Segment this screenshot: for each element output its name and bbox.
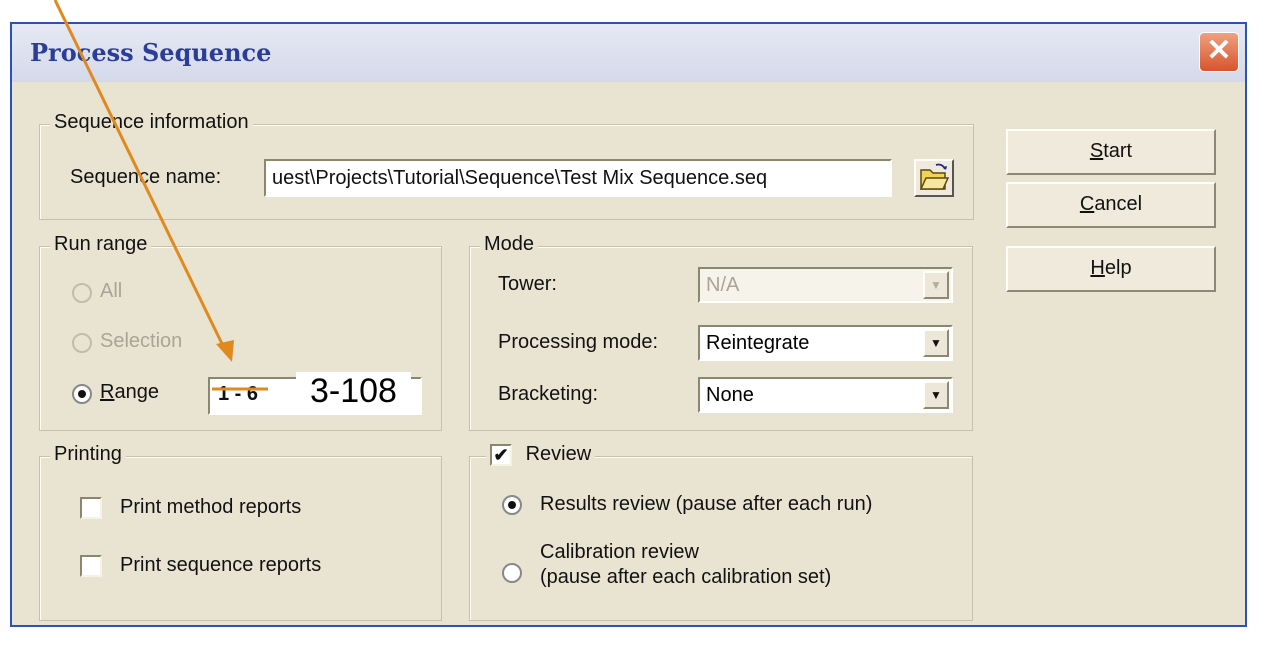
results-review-radio[interactable] — [502, 495, 522, 515]
dialog-title: Process Sequence — [30, 38, 272, 67]
bracketing-value: None — [706, 384, 754, 406]
calibration-review-radio[interactable] — [502, 563, 522, 583]
calibration-review-sublabel: (pause after each calibration set) — [540, 566, 832, 588]
tower-value: N/A — [706, 274, 740, 296]
mode-legend: Mode — [480, 233, 539, 256]
run-range-all-label: All — [100, 280, 123, 302]
help-button[interactable]: Help — [1006, 246, 1216, 292]
process-sequence-dialog: Process Sequence ✕ Sequence information … — [10, 22, 1247, 627]
title-bar[interactable]: Process Sequence ✕ — [12, 24, 1245, 82]
review-checkbox[interactable]: ✔ — [490, 443, 512, 466]
range-input-value: 1 - 6 — [218, 383, 259, 405]
processing-mode-label: Processing mode: — [498, 331, 659, 353]
run-range-selection-label: Selection — [100, 330, 183, 352]
review-group: ✔ Review Results review (pause after eac… — [469, 443, 973, 621]
print-sequence-reports-checkbox[interactable] — [80, 555, 102, 577]
review-legend: ✔ Review — [486, 443, 596, 466]
run-range-legend: Run range — [50, 233, 152, 256]
chevron-down-icon: ▼ — [923, 329, 949, 357]
processing-mode-select[interactable]: Reintegrate ▼ — [698, 325, 953, 361]
run-range-range-label: Range — [100, 381, 159, 403]
review-label: Review — [525, 443, 592, 465]
tower-label: Tower: — [498, 273, 557, 295]
cancel-button[interactable]: Cancel — [1006, 182, 1216, 228]
bracketing-label: Bracketing: — [498, 383, 599, 405]
range-annotation-text: 3-108 — [296, 372, 411, 411]
sequence-name-field[interactable]: uest\Projects\Tutorial\Sequence\Test Mix… — [264, 159, 892, 197]
printing-legend: Printing — [50, 443, 126, 466]
chevron-down-icon: ▼ — [923, 381, 949, 409]
sequence-information-group: Sequence information Sequence name: uest… — [39, 111, 974, 220]
processing-mode-value: Reintegrate — [706, 332, 810, 354]
chevron-down-icon: ▼ — [923, 271, 949, 299]
tower-select[interactable]: N/A ▼ — [698, 267, 953, 303]
folder-open-icon — [919, 163, 950, 190]
print-method-reports-label: Print method reports — [120, 496, 302, 518]
close-icon: ✕ — [1206, 34, 1232, 67]
sequence-information-legend: Sequence information — [50, 111, 253, 134]
print-method-reports-checkbox[interactable] — [80, 497, 102, 519]
calibration-review-label: Calibration review — [540, 541, 699, 563]
bracketing-select[interactable]: None ▼ — [698, 377, 953, 413]
run-range-range-radio[interactable] — [72, 384, 92, 404]
run-range-all-radio[interactable] — [72, 283, 92, 303]
results-review-label: Results review (pause after each run) — [540, 493, 873, 515]
start-button[interactable]: Start — [1006, 129, 1216, 175]
mode-group: Mode Tower: N/A ▼ Processing mode: Reint… — [469, 233, 973, 431]
sequence-name-value: uest\Projects\Tutorial\Sequence\Test Mix… — [272, 167, 768, 189]
run-range-selection-radio[interactable] — [72, 333, 92, 353]
print-sequence-reports-label: Print sequence reports — [120, 554, 322, 576]
printing-group: Printing Print method reports Print sequ… — [39, 443, 442, 621]
browse-button[interactable] — [914, 159, 954, 197]
close-button[interactable]: ✕ — [1199, 32, 1239, 72]
sequence-name-label: Sequence name: — [70, 166, 222, 188]
